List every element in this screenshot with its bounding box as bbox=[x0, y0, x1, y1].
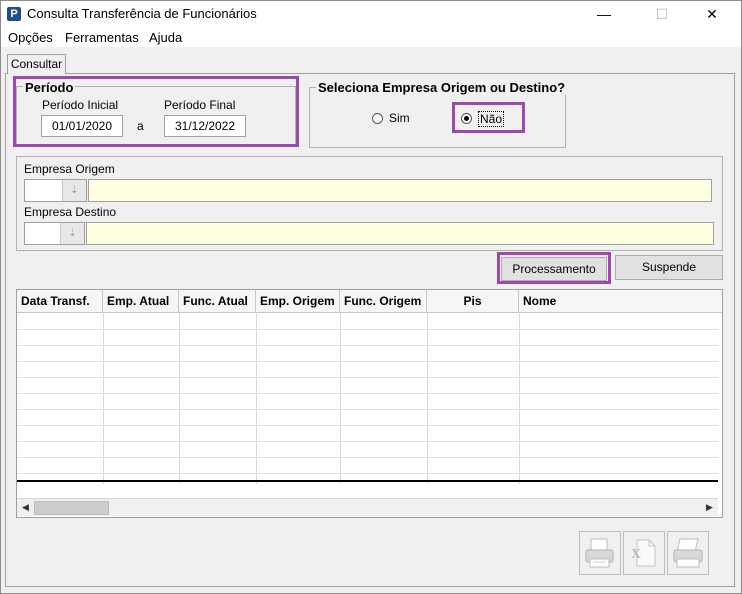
radio-nao-highlight bbox=[452, 102, 525, 133]
empresa-destino-name[interactable] bbox=[86, 222, 714, 245]
grid-divider bbox=[256, 312, 257, 484]
menu-ferramentas[interactable]: Ferramentas bbox=[65, 30, 139, 45]
title-bar: P Consulta Transferência de Funcionários… bbox=[1, 1, 741, 28]
app-icon: P bbox=[7, 7, 21, 21]
empresa-origem-lookup-icon[interactable]: ⇣ bbox=[62, 180, 86, 201]
empresa-destino-code[interactable]: ⇣ bbox=[24, 222, 85, 245]
col-pis[interactable]: Pis bbox=[427, 290, 519, 312]
empresa-destino-label: Empresa Destino bbox=[24, 205, 117, 219]
radio-sim-label: Sim bbox=[389, 111, 410, 125]
close-button[interactable]: ✕ bbox=[689, 1, 735, 28]
maximize-button[interactable]: ☐ bbox=[639, 1, 685, 28]
grid-row-line bbox=[17, 393, 718, 394]
empresa-origem-label: Empresa Origem bbox=[24, 162, 115, 176]
menu-opcoes[interactable]: Opções bbox=[8, 30, 53, 45]
suspende-button[interactable]: Suspende bbox=[615, 255, 723, 280]
grid-divider bbox=[427, 312, 428, 484]
col-emp-origem[interactable]: Emp. Origem bbox=[256, 290, 340, 312]
grid-row-line bbox=[17, 425, 718, 426]
empresa-select-title: Seleciona Empresa Origem ou Destino? bbox=[316, 80, 568, 95]
scroll-thumb[interactable] bbox=[34, 501, 109, 515]
empresa-select-group bbox=[309, 87, 566, 148]
grid-divider bbox=[519, 312, 520, 484]
empresa-destino-lookup-icon[interactable]: ⇣ bbox=[60, 223, 84, 244]
col-emp-atual[interactable]: Emp. Atual bbox=[103, 290, 179, 312]
col-func-origem[interactable]: Func. Origem bbox=[340, 290, 427, 312]
grid-row-line bbox=[17, 457, 718, 458]
radio-sim[interactable] bbox=[372, 113, 383, 124]
empresa-origem-code[interactable]: ⇣ bbox=[24, 179, 87, 202]
grid-row-line bbox=[17, 441, 718, 442]
printer-icon bbox=[673, 538, 703, 568]
grid-row-line bbox=[17, 409, 718, 410]
scroll-right-icon[interactable]: ▶ bbox=[701, 499, 718, 516]
svg-text:X: X bbox=[631, 547, 641, 562]
grid-row-line bbox=[17, 329, 718, 330]
minimize-button[interactable]: — bbox=[581, 1, 627, 28]
grid-row-line bbox=[17, 361, 718, 362]
print-preview-button[interactable] bbox=[579, 531, 621, 575]
grid-footer-separator bbox=[17, 480, 718, 482]
grid-divider bbox=[179, 312, 180, 484]
grid-divider bbox=[340, 312, 341, 484]
window-title: Consulta Transferência de Funcionários bbox=[27, 6, 257, 21]
excel-icon: X bbox=[631, 539, 656, 567]
grid-row-line bbox=[17, 345, 718, 346]
scroll-left-icon[interactable]: ◀ bbox=[17, 499, 34, 516]
export-excel-button[interactable]: X bbox=[623, 531, 665, 575]
col-func-atual[interactable]: Func. Atual bbox=[179, 290, 256, 312]
periodo-highlight bbox=[13, 76, 299, 147]
grid-row-line bbox=[17, 473, 718, 474]
print-button[interactable] bbox=[667, 531, 709, 575]
col-nome[interactable]: Nome bbox=[519, 290, 718, 312]
grid-header: Data Transf. Emp. Atual Func. Atual Emp.… bbox=[17, 290, 722, 313]
menu-ajuda[interactable]: Ajuda bbox=[149, 30, 182, 45]
menu-bar: Opções Ferramentas Ajuda bbox=[1, 28, 741, 47]
processamento-highlight bbox=[497, 252, 611, 284]
main-window: P Consulta Transferência de Funcionários… bbox=[0, 0, 742, 594]
grid-horizontal-scrollbar[interactable]: ◀ ▶ bbox=[17, 498, 718, 516]
tab-consultar[interactable]: Consultar bbox=[7, 54, 66, 74]
empresa-origem-name[interactable] bbox=[88, 179, 712, 202]
grid-row-line bbox=[17, 377, 718, 378]
print-icon bbox=[585, 538, 614, 568]
results-grid[interactable]: Data Transf. Emp. Atual Func. Atual Emp.… bbox=[16, 289, 723, 518]
grid-divider bbox=[103, 312, 104, 484]
col-data-transf[interactable]: Data Transf. bbox=[17, 290, 103, 312]
